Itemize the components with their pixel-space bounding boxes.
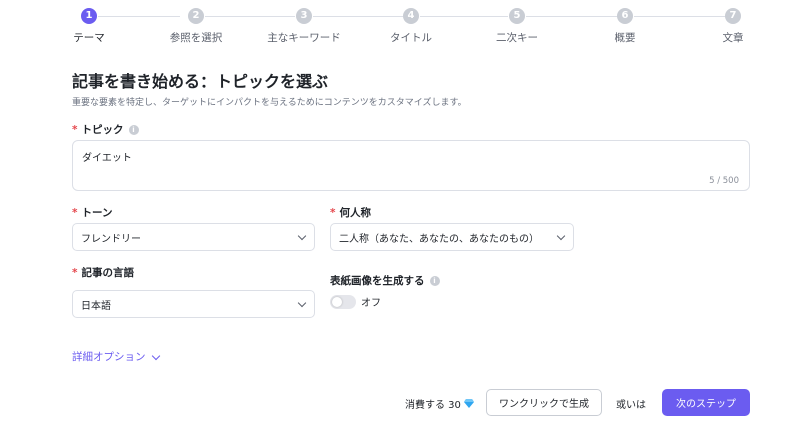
step-number: 1 xyxy=(81,8,97,24)
step-number: 6 xyxy=(617,8,633,24)
step-label: テーマ xyxy=(73,32,105,44)
step-secondary-keys[interactable]: 5 二次キー xyxy=(472,8,562,45)
language-select[interactable]: 日本語 xyxy=(72,290,315,318)
or-text: 或いは xyxy=(616,400,646,411)
person-label-text: 何人称 xyxy=(339,207,372,219)
next-step-button[interactable]: 次のステップ xyxy=(662,389,750,416)
tone-label: * トーン xyxy=(72,205,112,220)
credit-cost-text: 消費する 30 xyxy=(405,400,461,411)
step-title[interactable]: 4 タイトル xyxy=(366,8,456,45)
step-number: 5 xyxy=(509,8,525,24)
step-main-keywords[interactable]: 3 主なキーワード xyxy=(259,8,349,45)
step-label: 概要 xyxy=(614,32,636,44)
language-label: * 記事の言語 xyxy=(72,265,134,280)
page-title: 記事を書き始める：トピックを選ぶ xyxy=(72,72,329,91)
cover-image-label: 表紙画像を生成する i xyxy=(330,273,440,288)
toggle-knob xyxy=(332,296,342,307)
advanced-options-text: 詳細オプション xyxy=(72,351,146,363)
chevron-down-icon xyxy=(298,233,306,241)
step-label: 二次キー xyxy=(496,32,538,44)
person-select[interactable]: 二人称（あなた、あなたの、あなたのもの） xyxy=(330,223,574,251)
cover-image-toggle-row: オフ xyxy=(330,294,381,309)
toggle-state-label: オフ xyxy=(361,298,381,309)
topic-input-value: ダイエット xyxy=(82,153,132,164)
tone-label-text: トーン xyxy=(81,207,113,219)
advanced-options-link[interactable]: 詳細オプション xyxy=(72,349,160,364)
chevron-down-icon xyxy=(298,300,306,308)
step-outline[interactable]: 6 概要 xyxy=(580,8,670,45)
step-theme[interactable]: 1 テーマ xyxy=(44,8,134,45)
tone-select[interactable]: フレンドリー xyxy=(72,223,315,251)
language-label-text: 記事の言語 xyxy=(81,267,135,279)
page-description: 重要な要素を特定し、ターゲットにインパクトを与えるためにコンテンツをカスタマイズ… xyxy=(72,98,467,108)
step-select-references[interactable]: 2 参照を選択 xyxy=(151,8,241,45)
cover-image-toggle[interactable] xyxy=(330,294,356,309)
step-label: 参照を選択 xyxy=(169,32,223,44)
chevron-down-icon xyxy=(152,353,160,361)
character-counter: 5 / 500 xyxy=(709,176,739,186)
topic-label: * トピック i xyxy=(72,122,139,137)
person-label: * 何人称 xyxy=(330,205,371,220)
step-article[interactable]: 7 文章 xyxy=(688,8,778,45)
language-select-value: 日本語 xyxy=(81,300,111,312)
step-number: 3 xyxy=(296,8,312,24)
required-mark: * xyxy=(330,206,336,219)
info-icon[interactable]: i xyxy=(128,124,139,135)
required-mark: * xyxy=(72,123,78,136)
required-mark: * xyxy=(72,266,78,279)
step-label: 文章 xyxy=(722,32,744,44)
required-mark: * xyxy=(72,206,78,219)
chevron-down-icon xyxy=(557,233,565,241)
step-label: 主なキーワード xyxy=(267,32,341,44)
step-number: 2 xyxy=(188,8,204,24)
step-number: 4 xyxy=(403,8,419,24)
cover-image-label-text: 表紙画像を生成する xyxy=(330,275,425,287)
info-icon[interactable]: i xyxy=(429,275,440,286)
credit-cost: 消費する 30 xyxy=(405,396,474,411)
tone-select-value: フレンドリー xyxy=(81,233,141,245)
person-select-value: 二人称（あなた、あなたの、あなたのもの） xyxy=(339,233,539,245)
step-number: 7 xyxy=(725,8,741,24)
topic-input[interactable]: ダイエット 5 / 500 xyxy=(72,140,750,191)
topic-label-text: トピック xyxy=(81,124,124,136)
progress-stepper: 1 テーマ 2 参照を選択 3 主なキーワード 4 タイトル 5 二次キー 6 … xyxy=(0,0,800,48)
diamond-icon xyxy=(463,399,474,408)
step-label: タイトル xyxy=(390,32,432,44)
one-click-generate-button[interactable]: ワンクリックで生成 xyxy=(486,389,602,416)
